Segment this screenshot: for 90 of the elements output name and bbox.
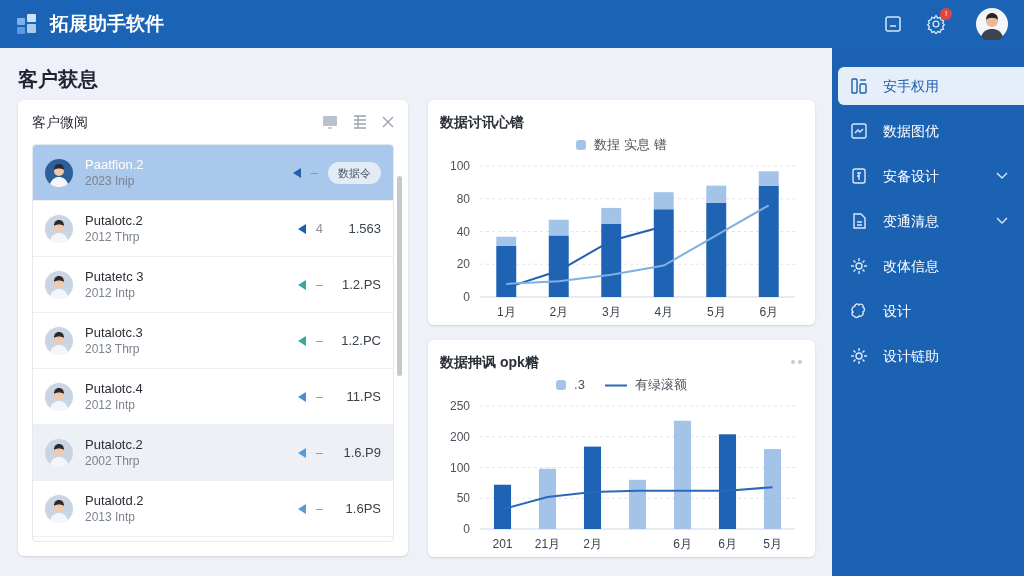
customer-name: Paatfion.2 [85,156,145,173]
customer-detail: 2013 Thrp [85,341,141,357]
sidebar-item[interactable]: 数据图优 [838,112,1024,150]
avatar [45,158,73,187]
status-tag[interactable]: 数据令 [328,161,381,184]
dash-mark: – [315,275,323,294]
document-icon [850,212,868,230]
axis-label: 6月 [673,537,692,551]
customer-detail: 2002 Thrp [85,453,141,469]
close-icon[interactable] [382,116,394,128]
axis-label: 50 [456,491,470,506]
bar [628,479,647,529]
customer-name: Putalotc.4 [85,380,144,397]
customer-row[interactable]: Putalotc.2 2002 Thrp – 1.6.P9 [33,425,393,481]
axis-label: 250 [449,399,470,413]
axis-label: 5月 [763,537,782,551]
axis-label: 3月 [601,305,621,319]
page-title: 客户获息 [18,67,99,92]
avatar [45,214,73,243]
avatar [45,326,73,355]
axis-label: 4月 [654,305,674,319]
sidebar-item[interactable]: 变通清息 [838,202,1024,240]
axis-label: 200 [449,429,470,444]
customer-detail: 2012 Thrp [85,229,141,245]
axis-label: 6月 [718,537,737,551]
axis-label: 2月 [583,537,602,551]
form-icon [850,167,868,185]
more-icon[interactable] [791,360,803,364]
avatar [45,438,73,467]
dash-mark: – [315,499,323,518]
axis-label: 5月 [706,305,726,319]
avatar [45,494,73,523]
legend-label: .3 [574,376,585,395]
customer-value: 1.6PS [344,499,381,518]
axis-label: 100 [449,460,470,475]
chart-icon [850,122,868,140]
sidebar-item[interactable]: 改体信息 [838,247,1024,285]
customer-detail: 2013 Intp [85,509,137,525]
axis-label: 1月 [496,305,516,319]
axis-label: 6月 [759,305,779,319]
customer-name: Putalotc.2 [85,212,144,229]
customer-value: 11.PS [345,387,381,406]
sidebar-item[interactable]: 设计 [838,292,1024,330]
customer-value: 1.563 [347,219,381,238]
customer-value: 1.2.PC [340,331,381,350]
sidebar-item[interactable]: 安备设计 [838,157,1024,195]
logo-icon [16,13,38,35]
user-avatar[interactable] [976,8,1008,40]
chart-title: 数据抻讽 opk糌 [440,352,540,372]
customer-name: Putalotd.2 [85,492,145,509]
legend-label: 数捏 实息 镨 [594,136,667,155]
monitor-icon[interactable] [884,15,902,33]
legend-label: 有绿滚额 [634,376,687,395]
customer-detail: 2023 Inip [85,173,136,189]
panel-title: 客户微阅 [32,112,89,132]
chart-title: 数据讨讯心镨 [440,112,525,132]
customer-detail: 2012 Intp [85,397,137,413]
customer-value: 1.2.PS [340,275,381,294]
dash-mark: – [315,387,323,406]
sidebar-item[interactable]: 安手权用 [838,67,1024,105]
layout-icon [850,77,868,95]
bar [538,468,557,529]
customer-row[interactable]: Paatfion.2 2023 Inip – 数据令 [33,145,393,201]
axis-label: 80 [456,191,470,206]
avatar [45,270,73,299]
axis-label: 201 [492,537,513,551]
axis-label: 2月 [549,305,569,319]
axis-label: 21月 [534,537,561,551]
notification-badge: ! [940,8,952,20]
monitor-icon[interactable] [322,114,338,130]
dash-mark: – [310,163,318,182]
customer-detail: 2012 Intp [85,285,137,301]
customer-value: 1.6.P9 [342,443,381,462]
avatar [45,382,73,411]
axis-label: 100 [449,159,470,173]
axis-label: 0 [463,522,470,536]
sidebar-item[interactable]: 设计链助 [838,337,1024,375]
axis-label: 0 [463,290,470,304]
list-icon[interactable] [352,114,368,130]
axis-label: 40 [456,224,470,239]
dash-mark: 4 [315,219,323,238]
customer-name: Putalotc.2 [85,436,144,453]
customer-name: Putalotc.3 [85,324,144,341]
dash-mark: – [315,331,323,350]
bar [493,484,512,529]
axis-label: 20 [456,257,470,272]
customer-name: Putatetc 3 [85,268,145,285]
app-title: 拓展助手软件 [50,11,164,36]
dash-mark: – [315,443,323,462]
scrollbar[interactable] [396,176,402,376]
